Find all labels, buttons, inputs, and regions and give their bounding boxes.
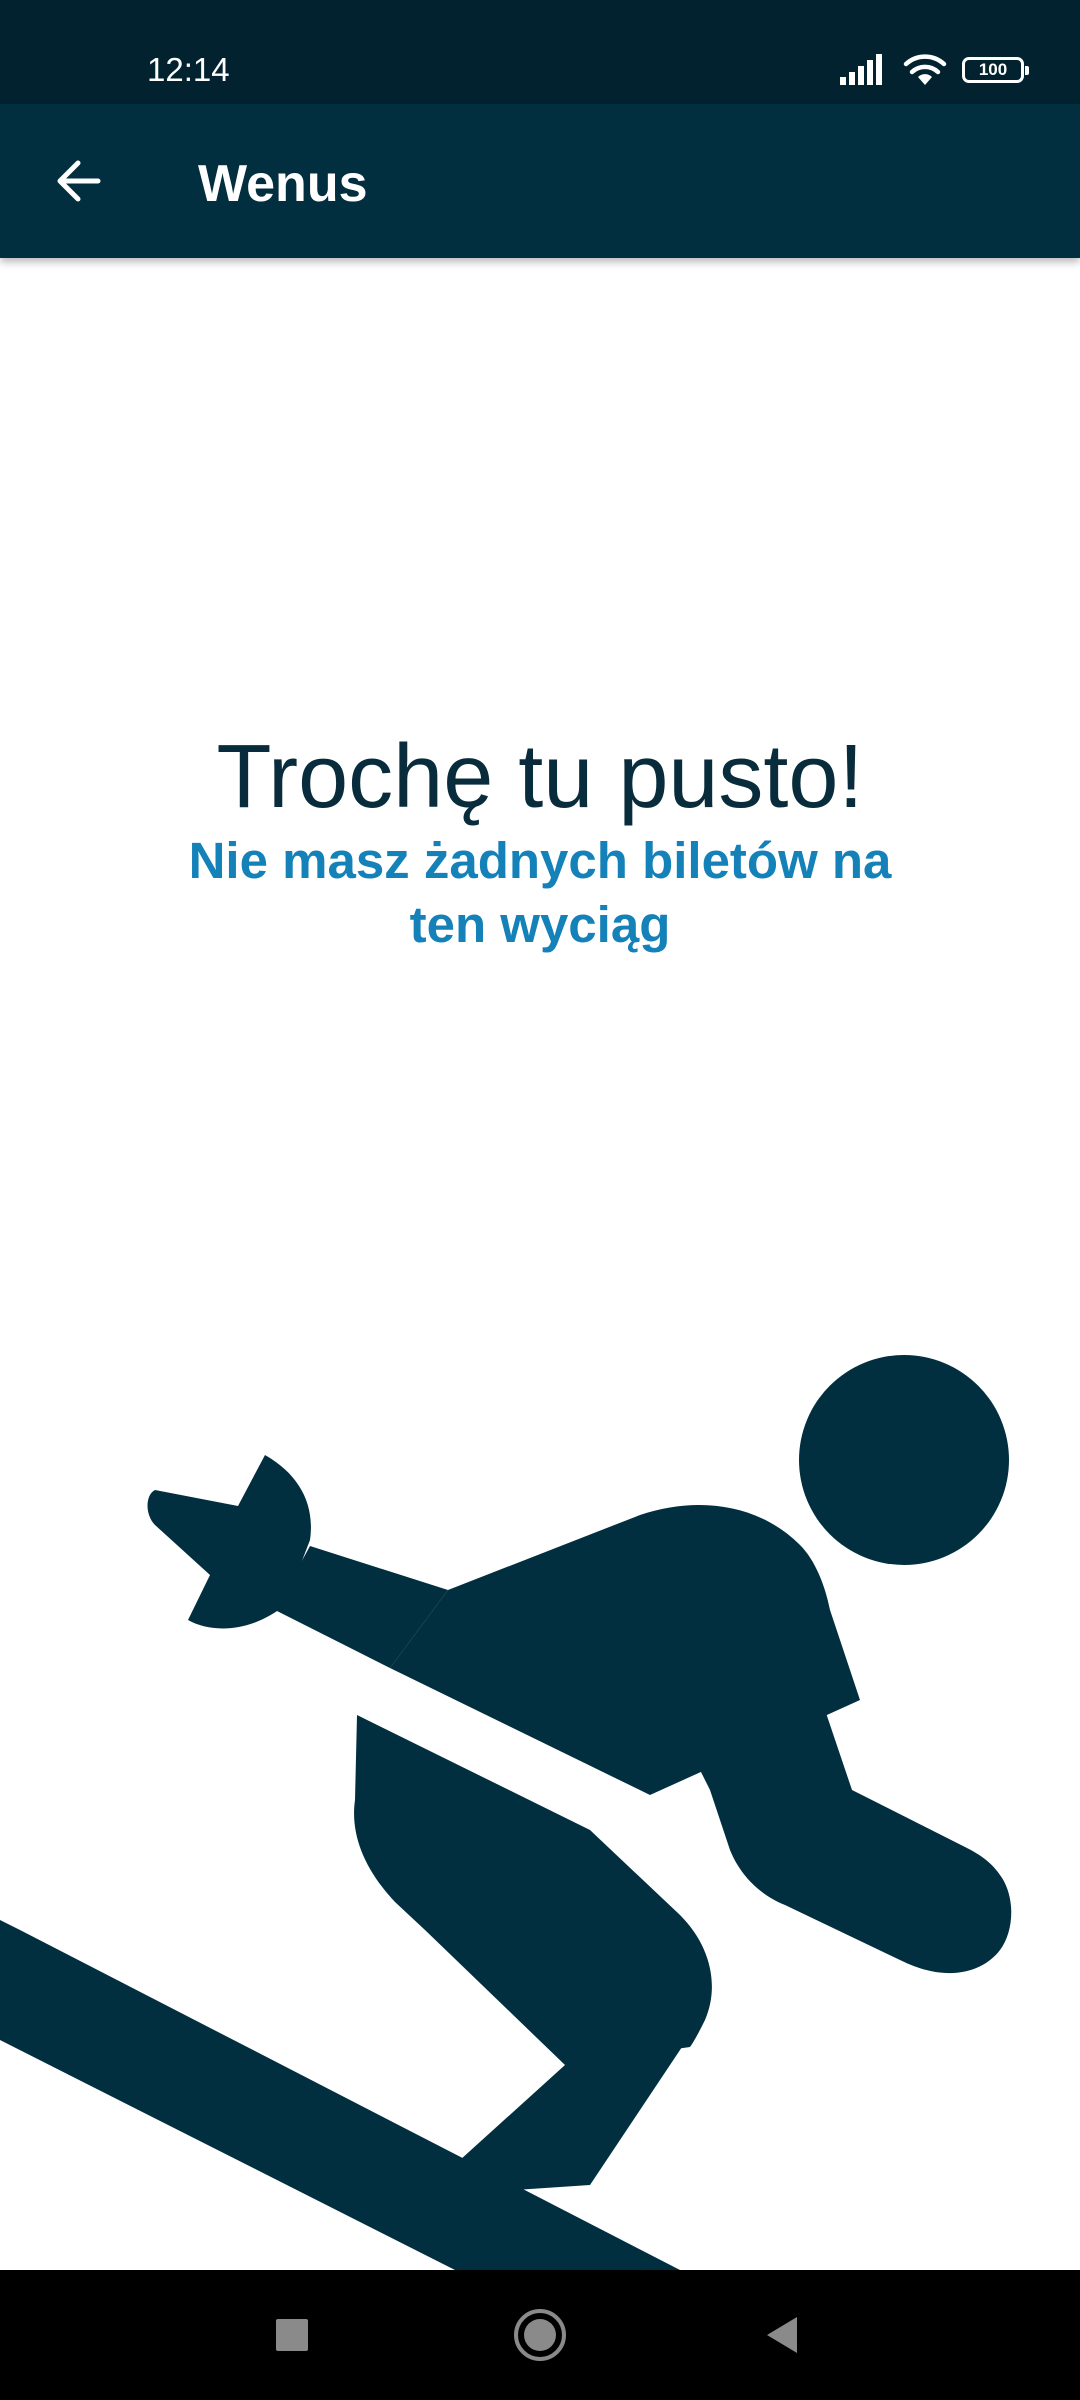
triangle-back-icon — [767, 2317, 797, 2353]
status-bar: 12:14 100 — [0, 0, 1080, 104]
recents-button[interactable] — [250, 2293, 334, 2377]
circle-home-icon — [514, 2309, 566, 2361]
signal-icon — [840, 54, 882, 85]
empty-state-subtitle: Nie masz żadnych biletów na ten wyciąg — [188, 832, 892, 953]
battery-level: 100 — [978, 60, 1008, 79]
skier-icon — [0, 1355, 1012, 2270]
back-button[interactable] — [36, 139, 120, 223]
empty-state-title: Trochę tu pusto! — [216, 727, 864, 827]
empty-state: Trochę tu pusto! Nie masz żadnych biletó… — [0, 725, 1080, 957]
status-time: 12:14 — [147, 51, 230, 88]
navigation-bar — [0, 2270, 1080, 2400]
skier-front-arm — [700, 1710, 1012, 1974]
skier-head — [799, 1355, 1009, 1565]
status-icons: 100 — [838, 50, 1029, 90]
arrow-left-icon — [57, 160, 101, 202]
square-recents-icon — [276, 2319, 308, 2351]
page-title: Wenus — [198, 155, 368, 213]
system-back-button[interactable] — [741, 2293, 825, 2377]
battery-icon: 100 — [962, 57, 1029, 83]
wifi-icon — [903, 54, 947, 85]
app-bar: Wenus — [0, 104, 1080, 258]
home-button[interactable] — [498, 2293, 582, 2377]
